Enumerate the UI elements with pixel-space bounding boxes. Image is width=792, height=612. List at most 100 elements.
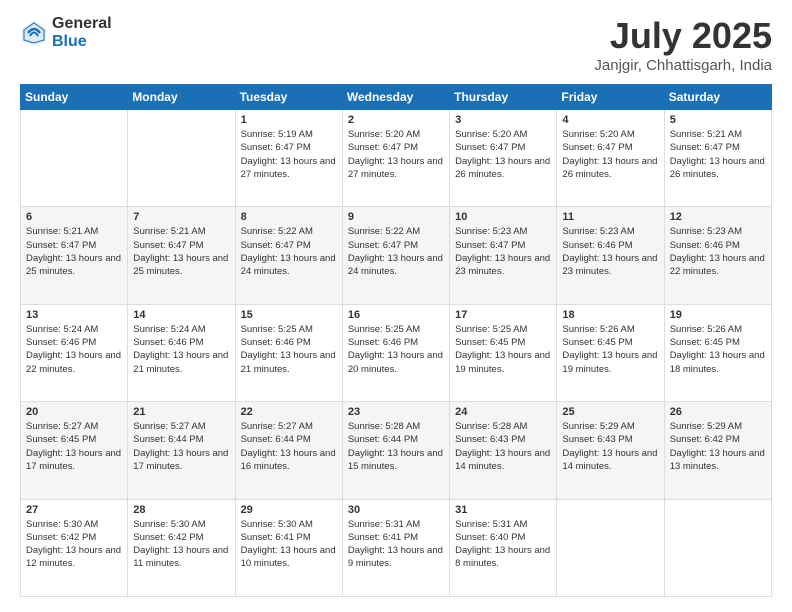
- day-number: 30: [348, 504, 444, 516]
- calendar-cell: 1Sunrise: 5:19 AM Sunset: 6:47 PM Daylig…: [235, 110, 342, 207]
- day-info: Sunrise: 5:23 AM Sunset: 6:46 PM Dayligh…: [562, 225, 658, 278]
- day-number: 15: [241, 309, 337, 321]
- day-number: 12: [670, 211, 766, 223]
- day-number: 18: [562, 309, 658, 321]
- day-number: 2: [348, 114, 444, 126]
- calendar-table: SundayMondayTuesdayWednesdayThursdayFrid…: [20, 84, 772, 597]
- calendar-cell: 11 Sunrise: 5:23 AM Sunset: 6:46 PM Dayli…: [557, 207, 664, 304]
- calendar-week-row: 20Sunrise: 5:27 AM Sunset: 6:45 PM Dayli…: [21, 402, 772, 499]
- logo: General Blue: [20, 15, 112, 50]
- day-info: Sunrise: 5:25 AM Sunset: 6:45 PM Dayligh…: [455, 323, 551, 376]
- day-info: Sunrise: 5:29 AM Sunset: 6:43 PM Dayligh…: [562, 420, 658, 473]
- day-info: Sunrise: 5:24 AM Sunset: 6:46 PM Dayligh…: [26, 323, 122, 376]
- calendar-cell: 19Sunrise: 5:26 AM Sunset: 6:45 PM Dayli…: [664, 304, 771, 401]
- calendar-cell: [557, 499, 664, 596]
- day-info: Sunrise: 5:31 AM Sunset: 6:40 PM Dayligh…: [455, 518, 551, 571]
- calendar-cell: [21, 110, 128, 207]
- calendar-week-row: 13Sunrise: 5:24 AM Sunset: 6:46 PM Dayli…: [21, 304, 772, 401]
- day-number: 8: [241, 211, 337, 223]
- day-info: Sunrise: 5:20 AM Sunset: 6:47 PM Dayligh…: [562, 128, 658, 181]
- day-header-saturday: Saturday: [664, 85, 771, 110]
- day-number: 17: [455, 309, 551, 321]
- day-info: Sunrise: 5:28 AM Sunset: 6:43 PM Dayligh…: [455, 420, 551, 473]
- day-info: Sunrise: 5:22 AM Sunset: 6:47 PM Dayligh…: [348, 225, 444, 278]
- day-header-wednesday: Wednesday: [342, 85, 449, 110]
- day-number: 16: [348, 309, 444, 321]
- day-info: Sunrise: 5:21 AM Sunset: 6:47 PM Dayligh…: [670, 128, 766, 181]
- calendar-week-row: 27Sunrise: 5:30 AM Sunset: 6:42 PM Dayli…: [21, 499, 772, 596]
- calendar-cell: 28 Sunrise: 5:30 AM Sunset: 6:42 PM Dayli…: [128, 499, 235, 596]
- calendar-cell: 27Sunrise: 5:30 AM Sunset: 6:42 PM Dayli…: [21, 499, 128, 596]
- day-number: 14: [133, 309, 229, 321]
- logo-icon: [20, 19, 48, 47]
- header: General Blue July 2025 Janjgir, Chhattis…: [20, 15, 772, 74]
- day-info: Sunrise: 5:21 AM Sunset: 6:47 PM Dayligh…: [133, 225, 229, 278]
- calendar-cell: 20Sunrise: 5:27 AM Sunset: 6:45 PM Dayli…: [21, 402, 128, 499]
- day-number: 31: [455, 504, 551, 516]
- logo-text: General Blue: [52, 15, 112, 50]
- day-number: 28: [133, 504, 229, 516]
- day-number: 25: [562, 406, 658, 418]
- calendar-cell: 18 Sunrise: 5:26 AM Sunset: 6:45 PM Dayli…: [557, 304, 664, 401]
- logo-blue-text: Blue: [52, 33, 112, 51]
- day-info: Sunrise: 5:20 AM Sunset: 6:47 PM Dayligh…: [455, 128, 551, 181]
- day-info: Sunrise: 5:30 AM Sunset: 6:41 PM Dayligh…: [241, 518, 337, 571]
- day-number: 9: [348, 211, 444, 223]
- calendar-week-row: 6 Sunrise: 5:21 AM Sunset: 6:47 PM Daylig…: [21, 207, 772, 304]
- calendar-cell: 13Sunrise: 5:24 AM Sunset: 6:46 PM Dayli…: [21, 304, 128, 401]
- day-number: 20: [26, 406, 122, 418]
- day-info: Sunrise: 5:30 AM Sunset: 6:42 PM Dayligh…: [133, 518, 229, 571]
- calendar-cell: 14 Sunrise: 5:24 AM Sunset: 6:46 PM Dayli…: [128, 304, 235, 401]
- calendar-cell: 24 Sunrise: 5:28 AM Sunset: 6:43 PM Dayli…: [450, 402, 557, 499]
- day-info: Sunrise: 5:27 AM Sunset: 6:44 PM Dayligh…: [133, 420, 229, 473]
- calendar-cell: 23 Sunrise: 5:28 AM Sunset: 6:44 PM Dayli…: [342, 402, 449, 499]
- calendar-cell: 4 Sunrise: 5:20 AM Sunset: 6:47 PM Daylig…: [557, 110, 664, 207]
- day-info: Sunrise: 5:21 AM Sunset: 6:47 PM Dayligh…: [26, 225, 122, 278]
- day-info: Sunrise: 5:28 AM Sunset: 6:44 PM Dayligh…: [348, 420, 444, 473]
- day-header-friday: Friday: [557, 85, 664, 110]
- day-info: Sunrise: 5:26 AM Sunset: 6:45 PM Dayligh…: [562, 323, 658, 376]
- calendar-cell: 2 Sunrise: 5:20 AM Sunset: 6:47 PM Daylig…: [342, 110, 449, 207]
- day-number: 21: [133, 406, 229, 418]
- calendar-cell: 31 Sunrise: 5:31 AM Sunset: 6:40 PM Dayli…: [450, 499, 557, 596]
- day-info: Sunrise: 5:31 AM Sunset: 6:41 PM Dayligh…: [348, 518, 444, 571]
- day-number: 11: [562, 211, 658, 223]
- day-number: 29: [241, 504, 337, 516]
- page: General Blue July 2025 Janjgir, Chhattis…: [0, 0, 792, 612]
- day-number: 19: [670, 309, 766, 321]
- day-number: 24: [455, 406, 551, 418]
- day-number: 23: [348, 406, 444, 418]
- day-info: Sunrise: 5:24 AM Sunset: 6:46 PM Dayligh…: [133, 323, 229, 376]
- calendar-cell: 17 Sunrise: 5:25 AM Sunset: 6:45 PM Dayli…: [450, 304, 557, 401]
- calendar-cell: 3Sunrise: 5:20 AM Sunset: 6:47 PM Daylig…: [450, 110, 557, 207]
- day-header-monday: Monday: [128, 85, 235, 110]
- day-info: Sunrise: 5:23 AM Sunset: 6:47 PM Dayligh…: [455, 225, 551, 278]
- day-header-tuesday: Tuesday: [235, 85, 342, 110]
- calendar-cell: 22Sunrise: 5:27 AM Sunset: 6:44 PM Dayli…: [235, 402, 342, 499]
- day-info: Sunrise: 5:25 AM Sunset: 6:46 PM Dayligh…: [241, 323, 337, 376]
- calendar-cell: 21 Sunrise: 5:27 AM Sunset: 6:44 PM Dayli…: [128, 402, 235, 499]
- calendar-cell: 8Sunrise: 5:22 AM Sunset: 6:47 PM Daylig…: [235, 207, 342, 304]
- day-number: 5: [670, 114, 766, 126]
- day-number: 4: [562, 114, 658, 126]
- day-number: 26: [670, 406, 766, 418]
- day-header-sunday: Sunday: [21, 85, 128, 110]
- day-info: Sunrise: 5:20 AM Sunset: 6:47 PM Dayligh…: [348, 128, 444, 181]
- calendar-cell: 25 Sunrise: 5:29 AM Sunset: 6:43 PM Dayli…: [557, 402, 664, 499]
- calendar-cell: 16 Sunrise: 5:25 AM Sunset: 6:46 PM Dayli…: [342, 304, 449, 401]
- sub-title: Janjgir, Chhattisgarh, India: [594, 57, 772, 74]
- day-info: Sunrise: 5:25 AM Sunset: 6:46 PM Dayligh…: [348, 323, 444, 376]
- day-number: 6: [26, 211, 122, 223]
- calendar-cell: 30 Sunrise: 5:31 AM Sunset: 6:41 PM Dayli…: [342, 499, 449, 596]
- calendar-cell: 9 Sunrise: 5:22 AM Sunset: 6:47 PM Daylig…: [342, 207, 449, 304]
- calendar-cell: 12 Sunrise: 5:23 AM Sunset: 6:46 PM Dayli…: [664, 207, 771, 304]
- day-info: Sunrise: 5:29 AM Sunset: 6:42 PM Dayligh…: [670, 420, 766, 473]
- day-number: 1: [241, 114, 337, 126]
- day-info: Sunrise: 5:23 AM Sunset: 6:46 PM Dayligh…: [670, 225, 766, 278]
- calendar-cell: [128, 110, 235, 207]
- calendar-cell: 7Sunrise: 5:21 AM Sunset: 6:47 PM Daylig…: [128, 207, 235, 304]
- calendar-cell: 5 Sunrise: 5:21 AM Sunset: 6:47 PM Daylig…: [664, 110, 771, 207]
- calendar-header-row: SundayMondayTuesdayWednesdayThursdayFrid…: [21, 85, 772, 110]
- day-info: Sunrise: 5:27 AM Sunset: 6:44 PM Dayligh…: [241, 420, 337, 473]
- day-info: Sunrise: 5:30 AM Sunset: 6:42 PM Dayligh…: [26, 518, 122, 571]
